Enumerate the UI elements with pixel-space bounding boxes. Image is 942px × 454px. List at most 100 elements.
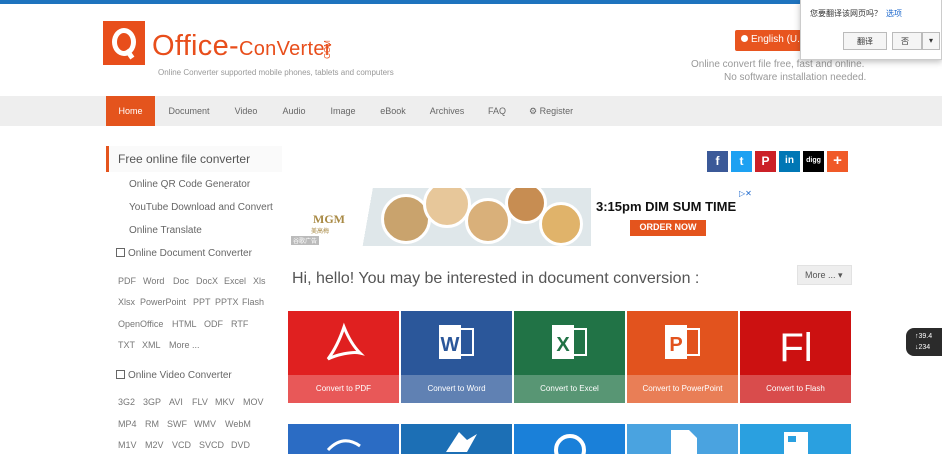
logo-converter-text: ConVerter: [239, 38, 332, 60]
tile-label: Convert to Excel: [514, 375, 625, 403]
upload-speed: ↑39.4: [915, 333, 933, 340]
logo-com-text: COM: [322, 40, 332, 59]
doc-format-link[interactable]: TXT: [118, 340, 135, 350]
tile-convert-pdf[interactable]: Convert to PDF: [288, 311, 399, 403]
facebook-icon[interactable]: f: [707, 151, 728, 172]
svg-text:W: W: [440, 334, 459, 356]
tagline-line-2: No software installation needed.: [724, 72, 867, 83]
doc-format-link[interactable]: Word: [143, 276, 164, 286]
video-format-link[interactable]: 3G2: [118, 397, 135, 407]
mgm-logo: MGM 美高梅: [309, 202, 349, 238]
film-icon: [116, 370, 125, 379]
nav-home[interactable]: Home: [106, 96, 155, 126]
doc-format-link[interactable]: Xlsx: [118, 297, 135, 307]
tile-convert-flash[interactable]: Fl Convert to Flash: [740, 311, 851, 403]
nav-register-label: Register: [539, 106, 574, 116]
twitter-icon[interactable]: t: [731, 151, 752, 172]
doc-format-link[interactable]: XML: [142, 340, 161, 350]
video-format-link[interactable]: FLV: [192, 397, 208, 407]
logo-main-text: Office: [152, 30, 230, 62]
tile-label: Convert to PDF: [288, 375, 399, 403]
doc-format-link[interactable]: Excel: [224, 276, 246, 286]
doc-format-link[interactable]: PPTX: [215, 297, 239, 307]
nav-image[interactable]: Image: [325, 96, 361, 126]
tile-label: Convert to PowerPoint: [627, 375, 738, 403]
more-dropdown-label: More ...: [805, 270, 836, 280]
video-format-link[interactable]: WMV: [194, 419, 216, 429]
video-format-link[interactable]: VCD: [172, 440, 191, 450]
sidebar-doc-heading[interactable]: Online Document Converter: [116, 248, 252, 259]
video-format-link[interactable]: M2V: [145, 440, 164, 450]
nav-faq[interactable]: FAQ: [483, 96, 511, 126]
doc-format-link[interactable]: PPT: [193, 297, 211, 307]
video-format-link[interactable]: M1V: [118, 440, 137, 450]
tile-row2-bird[interactable]: [401, 424, 512, 454]
video-format-link[interactable]: WebM: [225, 419, 251, 429]
doc-format-link[interactable]: Xls: [253, 276, 266, 286]
video-format-link[interactable]: MP4: [118, 419, 137, 429]
translate-button[interactable]: 翻译: [843, 32, 887, 50]
svg-text:P: P: [669, 334, 682, 356]
video-format-link[interactable]: DVD: [231, 440, 250, 450]
doc-format-link[interactable]: ODF: [204, 319, 223, 329]
doc-format-link[interactable]: PowerPoint: [140, 297, 186, 307]
nav-archives[interactable]: Archives: [425, 96, 469, 126]
video-format-link[interactable]: MOV: [243, 397, 264, 407]
linkedin-icon[interactable]: in: [779, 151, 800, 172]
plus-icon[interactable]: +: [827, 151, 848, 172]
advertisement-banner[interactable]: MGM 美高梅 3:15pm DIM SUM TIME ORDER NOW 谷歌…: [291, 188, 766, 246]
doc-format-link[interactable]: HTML: [172, 319, 197, 329]
flash-icon: Fl: [740, 311, 851, 375]
video-format-link[interactable]: SVCD: [199, 440, 224, 450]
ad-close-icon[interactable]: ▷✕: [739, 189, 752, 198]
download-speed: ↓234: [915, 344, 931, 351]
doc-more-link[interactable]: More ...: [169, 340, 200, 350]
powerpoint-icon: P: [627, 311, 738, 375]
sidebar-link-translate[interactable]: Online Translate: [129, 225, 202, 236]
mgm-brand-text: MGM: [313, 212, 345, 226]
tile-row2-ie[interactable]: [514, 424, 625, 454]
doc-format-link[interactable]: OpenOffice: [118, 319, 163, 329]
video-format-link[interactable]: RM: [145, 419, 159, 429]
nav-ebook[interactable]: eBook: [374, 96, 412, 126]
tile-label: Convert to Word: [401, 375, 512, 403]
tile-convert-excel[interactable]: X Convert to Excel: [514, 311, 625, 403]
video-format-link[interactable]: AVI: [169, 397, 183, 407]
sidebar-link-youtube[interactable]: YouTube Download and Convert: [129, 202, 273, 213]
sidebar-doc-heading-label: Online Document Converter: [128, 248, 252, 259]
doc-format-link[interactable]: DocX: [196, 276, 218, 286]
tile-row2-news[interactable]: [740, 424, 851, 454]
nav-document[interactable]: Document: [163, 96, 215, 126]
translate-options-link[interactable]: 选项: [886, 9, 902, 18]
no-translate-button[interactable]: 否: [892, 32, 922, 50]
logo-wordmark[interactable]: Office-ConVerter: [152, 30, 332, 63]
doc-format-link[interactable]: PDF: [118, 276, 136, 286]
doc-format-link[interactable]: Flash: [242, 297, 264, 307]
video-format-link[interactable]: MKV: [215, 397, 235, 407]
bird-icon: [446, 432, 477, 452]
sidebar-video-heading-label: Online Video Converter: [128, 370, 232, 381]
doc-format-link[interactable]: Doc: [173, 276, 189, 286]
sidebar-video-heading[interactable]: Online Video Converter: [116, 370, 232, 381]
nav-register[interactable]: ⚙ Register: [529, 96, 581, 126]
svg-text:X: X: [556, 334, 570, 356]
ad-order-button[interactable]: ORDER NOW: [630, 220, 706, 236]
svg-text:Fl: Fl: [779, 326, 812, 370]
more-dropdown-button[interactable]: More ... ▾: [797, 265, 852, 285]
pinterest-icon[interactable]: P: [755, 151, 776, 172]
video-format-link[interactable]: SWF: [167, 419, 187, 429]
sidebar-link-qr[interactable]: Online QR Code Generator: [129, 179, 250, 190]
nav-video[interactable]: Video: [228, 96, 264, 126]
tile-convert-powerpoint[interactable]: P Convert to PowerPoint: [627, 311, 738, 403]
chevron-down-icon[interactable]: ▾: [922, 32, 940, 50]
tile-row2-document[interactable]: [627, 424, 738, 454]
tile-convert-word[interactable]: W Convert to Word: [401, 311, 512, 403]
video-format-link[interactable]: 3GP: [143, 397, 161, 407]
nav-audio[interactable]: Audio: [277, 96, 311, 126]
tile-row2-openoffice[interactable]: [288, 424, 399, 454]
doc-format-link[interactable]: RTF: [231, 319, 248, 329]
word-icon: W: [401, 311, 512, 375]
network-speed-widget[interactable]: ↑39.4 ↓234: [906, 328, 942, 356]
ad-tag: 谷歌广告: [291, 236, 320, 245]
digg-icon[interactable]: digg: [803, 151, 824, 172]
